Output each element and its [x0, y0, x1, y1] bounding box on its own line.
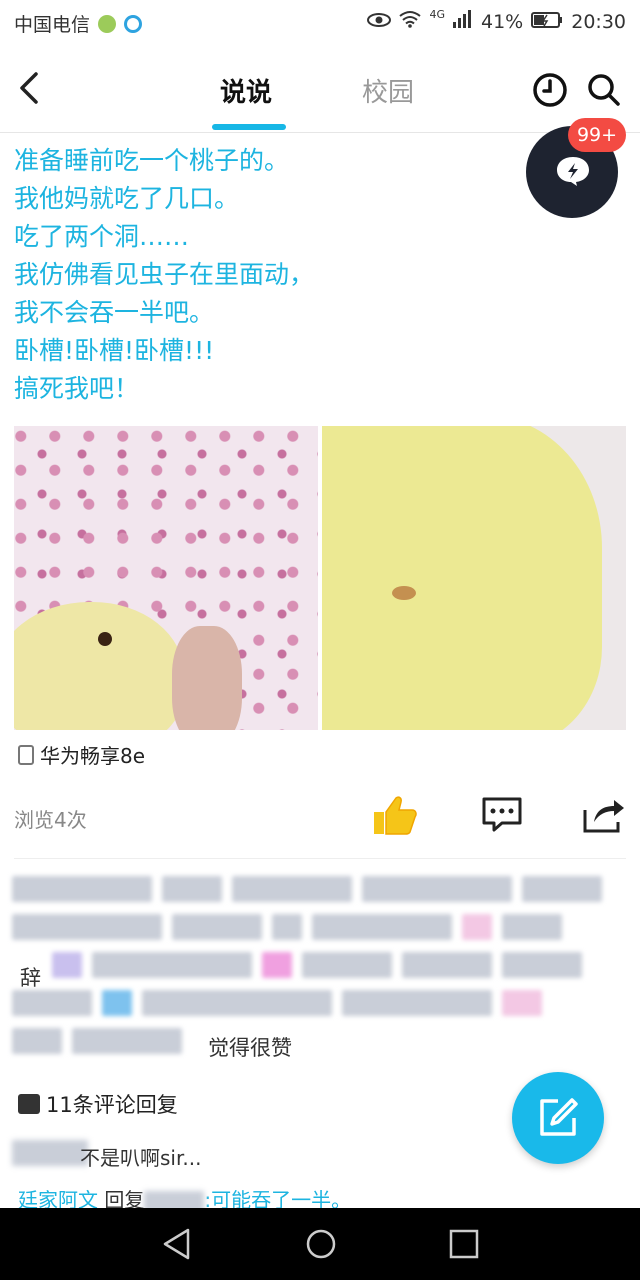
comment-button[interactable]	[480, 796, 524, 834]
view-count: 浏览4次	[14, 808, 87, 832]
lightning-bubble-icon	[557, 157, 589, 186]
post-line: 吃了两个洞……	[14, 222, 190, 251]
notification-badge: 99+	[568, 118, 626, 152]
comments-header[interactable]: 11条评论回复	[18, 1089, 178, 1119]
top-nav: 说说 校园	[0, 54, 640, 133]
share-icon	[583, 800, 624, 833]
likes-fragment: 辞	[20, 966, 41, 990]
search-icon	[588, 74, 620, 106]
bite-hole	[98, 632, 112, 646]
app-notification-icon	[98, 14, 117, 33]
eye-icon	[367, 11, 392, 33]
comments-count: 11条评论回复	[46, 1093, 178, 1117]
device-label: 华为畅享8e	[18, 740, 145, 769]
back-button[interactable]	[14, 68, 50, 108]
clock-time: 20:30	[571, 10, 626, 33]
nav-back-icon[interactable]	[160, 1226, 194, 1262]
post-photo-2[interactable]	[322, 426, 626, 730]
battery-icon	[531, 11, 563, 33]
comments-icon	[18, 1094, 40, 1114]
post-line: 准备睡前吃一个桃子的。	[14, 146, 290, 175]
carrier-label: 中国电信	[14, 14, 91, 36]
nav-recent-icon[interactable]	[448, 1228, 480, 1260]
fruit-closeup-shape	[322, 426, 602, 730]
post-text: 准备睡前吃一个桃子的。 我他妈就吃了几口。 吃了两个洞…… 我仿佛看见虫子在里面…	[14, 142, 514, 408]
tab-campus[interactable]: 校园	[362, 72, 414, 109]
active-tab-indicator	[212, 124, 286, 130]
divider	[14, 858, 626, 859]
post-line: 我不会吞一半吧。	[14, 298, 215, 327]
likes-suffix: 觉得很赞	[208, 1036, 292, 1060]
system-nav-bar	[0, 1208, 640, 1280]
compose-button[interactable]	[512, 1072, 604, 1164]
battery-percent: 41%	[481, 10, 524, 33]
wifi-icon	[399, 10, 422, 33]
edit-icon	[540, 1098, 578, 1136]
like-button[interactable]	[372, 794, 418, 836]
history-button[interactable]	[532, 72, 568, 108]
search-button[interactable]	[586, 72, 622, 108]
status-bar: 中国电信 4G 41% 20:30	[0, 0, 640, 44]
qq-notification-icon	[124, 14, 143, 33]
signal-icon	[453, 10, 473, 33]
comment-author-blurred	[12, 1140, 88, 1166]
clock-icon	[533, 73, 567, 107]
share-button[interactable]	[582, 796, 626, 834]
post-line: 卧槽!卧槽!卧槽!!!	[14, 336, 215, 365]
tab-shuoshuo[interactable]: 说说	[220, 72, 272, 109]
comment-item[interactable]: 不是叭啊sir...	[80, 1142, 201, 1171]
post-line: 我仿佛看见虫子在里面动，	[14, 260, 315, 289]
chevron-left-icon	[20, 72, 38, 104]
phone-icon	[18, 744, 34, 765]
post-line: 我他妈就吃了几口。	[14, 184, 240, 213]
finger-shape	[172, 626, 242, 730]
post-line: 搞死我吧！	[14, 374, 140, 403]
comment-icon	[482, 797, 522, 832]
fruit-shape	[14, 602, 184, 730]
network-type: 4G	[429, 8, 445, 21]
thumbs-up-icon	[374, 796, 417, 835]
device-name: 华为畅享8e	[40, 744, 146, 768]
likes-list-blurred: 辞 觉得很赞	[12, 876, 622, 1066]
bite-hole	[392, 586, 416, 600]
post-photo-1[interactable]	[14, 426, 318, 730]
nav-home-icon[interactable]	[304, 1226, 338, 1262]
